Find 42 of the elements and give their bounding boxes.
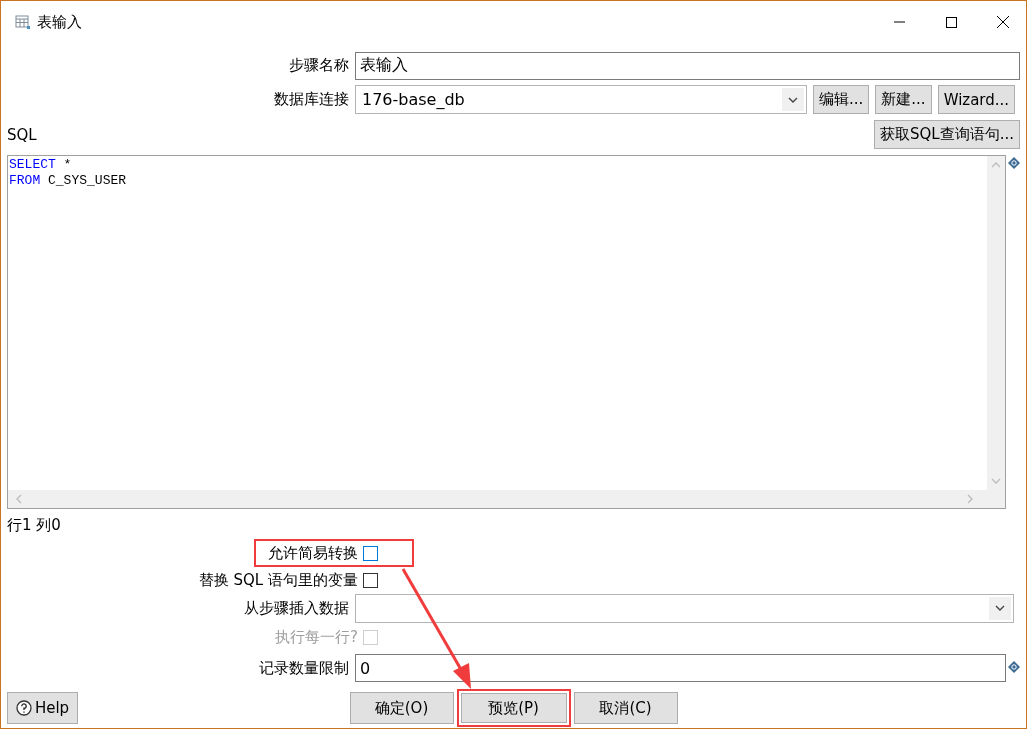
scroll-down-icon[interactable] xyxy=(991,478,1001,484)
dropdown-caret-icon xyxy=(788,96,798,103)
dropdown-caret-icon xyxy=(995,605,1005,611)
field-label: 数据库连接 xyxy=(273,90,350,109)
table-icon xyxy=(15,14,31,30)
checkbox-label: 允许简易转换 xyxy=(268,543,358,563)
window-title: 表输入 xyxy=(37,12,83,32)
variable-icon xyxy=(1008,157,1020,169)
sql-label: SQL xyxy=(7,125,37,144)
minimize-icon xyxy=(893,21,905,23)
connection-action-button[interactable]: 编辑... xyxy=(813,85,870,114)
limit-field[interactable]: 0 xyxy=(355,654,1006,682)
checkbox-label: 执行每一行? xyxy=(275,627,358,647)
maximize-icon xyxy=(945,16,957,28)
connection-action-button[interactable]: 新建... xyxy=(875,85,932,114)
get-sql-button[interactable]: 获取SQL查询语句... xyxy=(874,120,1020,149)
vertical-scrollbar[interactable] xyxy=(987,156,1005,490)
connection-select[interactable]: 176-base_db xyxy=(355,85,807,114)
field-label: 记录数量限制 xyxy=(258,658,350,678)
checkbox[interactable] xyxy=(363,572,378,588)
dialog-button[interactable]: 取消(C) xyxy=(573,692,678,724)
code-line: SELECT * xyxy=(9,157,73,173)
dialog-button[interactable]: 确定(O) xyxy=(349,692,454,724)
scroll-up-icon[interactable] xyxy=(991,162,1001,168)
step-name-field[interactable]: 表输入 xyxy=(355,51,1020,80)
connection-action-button[interactable]: Wizard... xyxy=(937,85,1016,114)
dialog-button[interactable]: 预览(P) xyxy=(456,689,571,727)
scroll-right-icon[interactable] xyxy=(967,494,973,504)
sql-editor[interactable]: SELECT * FROM C_SYS_USER xyxy=(7,155,1006,509)
help-icon xyxy=(15,700,32,716)
help-button[interactable]: Help xyxy=(7,692,78,724)
horizontal-scrollbar[interactable] xyxy=(8,490,1005,508)
code-line: FROM C_SYS_USER xyxy=(9,173,128,189)
source-step-select[interactable] xyxy=(355,593,1014,623)
field-label: 从步骤插入数据 xyxy=(243,598,350,618)
checkbox-label: 替换 SQL 语句里的变量 xyxy=(198,570,358,590)
field-label: 步骤名称 xyxy=(288,56,350,75)
cursor-position: 行1 列0 xyxy=(7,516,62,535)
variable-icon xyxy=(1008,661,1020,673)
close-icon xyxy=(997,16,1009,28)
checkbox[interactable] xyxy=(363,545,378,561)
scroll-left-icon[interactable] xyxy=(16,494,22,504)
